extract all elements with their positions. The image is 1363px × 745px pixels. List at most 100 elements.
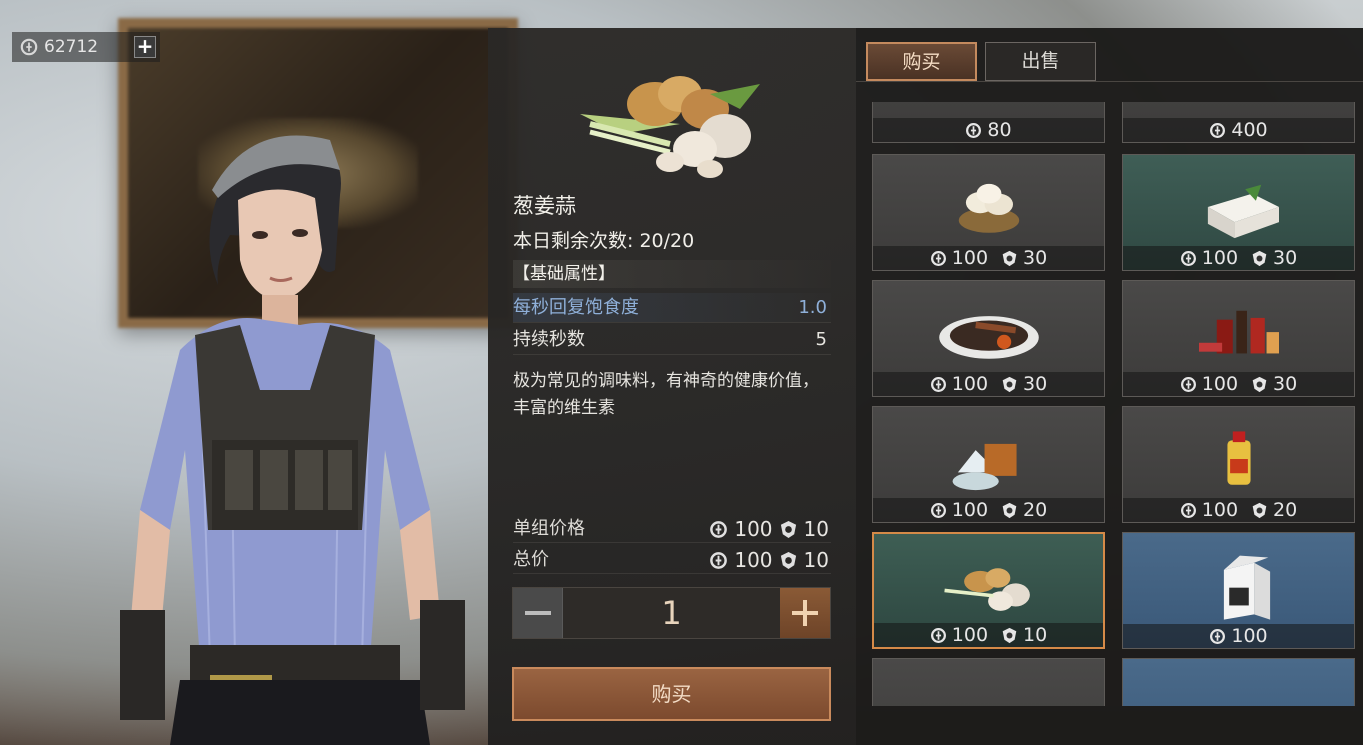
- buy-button[interactable]: 购买: [512, 667, 831, 721]
- unit-price-label: 单组价格: [513, 518, 585, 539]
- token-icon: [1002, 376, 1017, 392]
- item-price-coin: 100: [1201, 499, 1239, 521]
- token-icon: [1002, 502, 1017, 518]
- item-price-bar: 400: [1123, 118, 1354, 142]
- coin-icon: [20, 38, 38, 56]
- increase-quantity-button[interactable]: [780, 588, 830, 638]
- shop-item-cell[interactable]: [1122, 658, 1355, 706]
- coin-icon: [1180, 250, 1196, 266]
- spices-plate-image: [938, 316, 1039, 359]
- item-price-coin: 100: [951, 373, 989, 395]
- coin-icon: [930, 250, 946, 266]
- coin-icon: [930, 502, 946, 518]
- item-price-token: 20: [1023, 499, 1048, 521]
- shop-item-cell[interactable]: 100 30: [1122, 154, 1355, 271]
- item-price-token: 30: [1023, 247, 1048, 269]
- currency-display: 62712 +: [12, 32, 160, 62]
- attribute-label: 每秒回复饱食度: [513, 297, 639, 318]
- honeycomb-image: [1174, 671, 1304, 706]
- token-icon: [1252, 376, 1267, 392]
- attribute-value: 5: [815, 329, 827, 350]
- attributes-heading: 【基础属性】: [513, 260, 831, 288]
- item-price-bar: 100: [1123, 624, 1354, 648]
- token-icon: [1002, 627, 1017, 643]
- item-price-coin: 400: [1231, 119, 1268, 141]
- total-price-token: 10: [803, 548, 829, 572]
- tab-divider: [856, 81, 1363, 82]
- item-price-coin: 100: [1231, 625, 1268, 647]
- tab-sell[interactable]: 出售: [985, 42, 1096, 81]
- coin-icon: [710, 551, 728, 569]
- currency-amount: 62712: [44, 37, 99, 57]
- item-price-bar: 100 10: [874, 623, 1103, 647]
- item-price-bar: 100 30: [1123, 246, 1354, 270]
- token-icon: [1252, 250, 1267, 266]
- item-price-coin: 100: [951, 499, 989, 521]
- item-detail-panel: 葱姜蒜 本日剩余次数: 20/20 【基础属性】 每秒回复饱食度 1.0 持续秒…: [488, 28, 856, 745]
- coin-icon: [966, 122, 982, 138]
- shop-item-cell[interactable]: 100 30: [1122, 280, 1355, 397]
- attribute-row: 每秒回复饱食度 1.0: [513, 293, 831, 323]
- unit-price-token: 10: [803, 517, 829, 541]
- item-price-coin: 100: [1201, 247, 1239, 269]
- attribute-row: 持续秒数 5: [513, 325, 831, 355]
- shop-item-cell[interactable]: 80: [872, 102, 1105, 143]
- shop-item-cell[interactable]: 100: [1122, 532, 1355, 649]
- item-price-bar: 100 20: [873, 498, 1104, 522]
- decrease-quantity-button[interactable]: [513, 588, 563, 638]
- shop-item-cell[interactable]: 100 30: [872, 280, 1105, 397]
- attribute-label: 持续秒数: [513, 329, 585, 350]
- token-icon: [780, 551, 796, 569]
- item-description: 极为常见的调味料，有神奇的健康价值，丰富的维生素: [513, 371, 819, 418]
- shop-item-cell[interactable]: 100 30: [872, 154, 1105, 271]
- shop-tabs: 购买 出售: [866, 42, 1096, 82]
- coin-icon: [1180, 502, 1196, 518]
- item-price-token: 20: [1273, 499, 1298, 521]
- item-price-token: 30: [1273, 247, 1298, 269]
- item-price-coin: 100: [951, 624, 989, 646]
- shop-panel: 购买 出售 80 400 100 30 100 30 100 30 100 30 100 20 100 2…: [856, 28, 1363, 745]
- coin-icon: [930, 627, 946, 643]
- shop-item-cell[interactable]: 100 20: [872, 406, 1105, 523]
- daily-remaining-count: 本日剩余次数: 20/20: [513, 230, 695, 252]
- item-price-token: 30: [1273, 373, 1298, 395]
- item-price-coin: 100: [951, 247, 989, 269]
- flour-sugar-image: [952, 443, 1017, 491]
- shop-item-cell[interactable]: 100 20: [1122, 406, 1355, 523]
- quantity-stepper: 1: [512, 587, 831, 639]
- item-price-bar: 100 30: [873, 246, 1104, 270]
- milk-carton-image: [1223, 555, 1270, 620]
- shop-item-cell[interactable]: 400: [1122, 102, 1355, 143]
- coin-icon: [1210, 122, 1226, 138]
- ice-cubes-image: [924, 671, 1054, 706]
- tab-buy[interactable]: 购买: [866, 42, 977, 81]
- item-name: 葱姜蒜: [513, 194, 576, 218]
- coin-icon: [1210, 628, 1226, 644]
- item-price-token: 30: [1023, 373, 1048, 395]
- coin-icon: [930, 376, 946, 392]
- shop-item-cell[interactable]: [872, 658, 1105, 706]
- unit-price-row: 单组价格 100 10: [513, 515, 831, 543]
- quantity-value[interactable]: 1: [563, 588, 780, 638]
- item-price-bar: 100 30: [873, 372, 1104, 396]
- total-price-label: 总价: [513, 549, 549, 570]
- total-price-row: 总价 100 10: [513, 546, 831, 574]
- steamed-buns-image: [958, 183, 1019, 233]
- total-price-coin: 100: [734, 548, 773, 572]
- character-model: [120, 135, 465, 745]
- sauce-bottles-image: [1198, 310, 1279, 354]
- item-price-token: 10: [1023, 624, 1048, 646]
- item-price-coin: 100: [1201, 373, 1239, 395]
- shop-item-cell[interactable]: 100 10: [872, 532, 1105, 649]
- token-icon: [780, 520, 796, 538]
- item-grid[interactable]: 80 400 100 30 100 30 100 30 100 30 100 20 100 20 100 10…: [856, 102, 1363, 706]
- coin-icon: [710, 520, 728, 538]
- item-price-bar: 100 20: [1123, 498, 1354, 522]
- item-price-coin: 80: [987, 119, 1012, 141]
- ginger-garlic-image: [943, 568, 1030, 611]
- unit-price-coin: 100: [734, 517, 773, 541]
- attribute-value: 1.0: [798, 297, 827, 318]
- add-currency-button[interactable]: +: [134, 36, 156, 58]
- item-price-bar: 100 30: [1123, 372, 1354, 396]
- token-icon: [1252, 502, 1267, 518]
